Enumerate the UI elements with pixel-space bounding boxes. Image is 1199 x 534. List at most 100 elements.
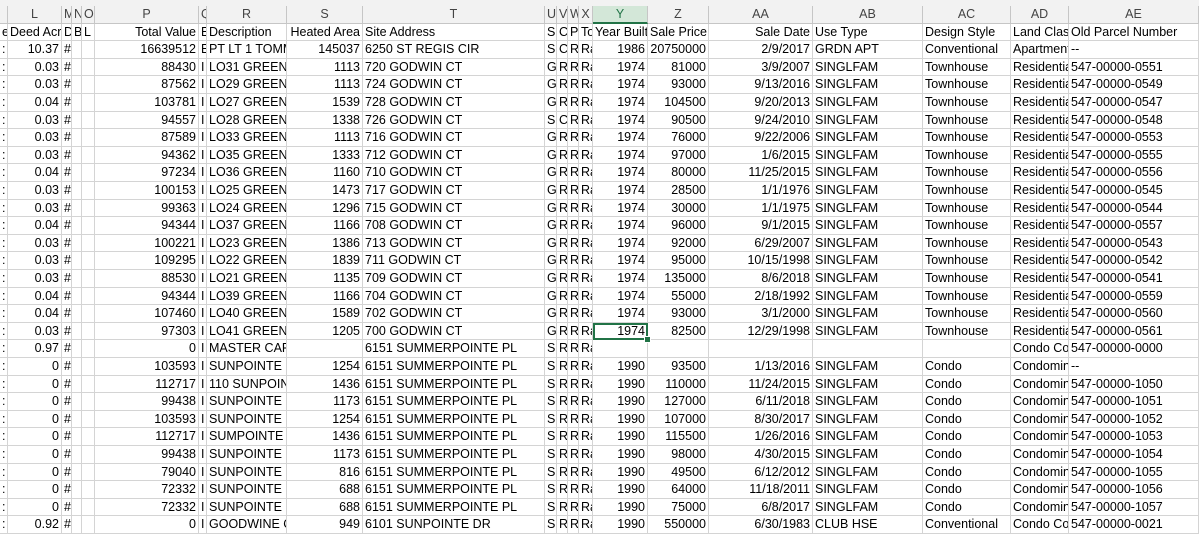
header-cell[interactable]: e: [0, 23, 8, 42]
table-cell[interactable]: [72, 129, 82, 147]
table-cell[interactable]: 55000: [648, 287, 709, 306]
table-cell[interactable]: [82, 129, 95, 147]
table-cell[interactable]: Residentia: [1011, 94, 1069, 112]
header-cell[interactable]: Total Value: [95, 23, 199, 42]
table-cell[interactable]: 0.03: [8, 129, 62, 147]
table-cell[interactable]: S: [545, 410, 557, 429]
table-cell[interactable]: 547-00000-1056: [1069, 481, 1199, 499]
table-cell[interactable]: R: [568, 340, 579, 358]
table-cell[interactable]: SUNPOINTE C(: [207, 481, 287, 499]
table-cell[interactable]: #: [62, 393, 72, 411]
table-cell[interactable]: G: [545, 305, 557, 323]
table-cell[interactable]: SINGLFAM: [813, 252, 923, 270]
table-cell[interactable]: R: [568, 393, 579, 411]
table-cell[interactable]: R: [568, 41, 579, 59]
table-cell[interactable]: R: [568, 76, 579, 94]
table-cell[interactable]: #: [62, 358, 72, 376]
table-cell[interactable]: 1974: [593, 270, 648, 288]
table-cell[interactable]: 6151 SUMMERPOINTE PL: [363, 446, 545, 464]
table-cell[interactable]: 0: [8, 463, 62, 482]
table-cell[interactable]: #: [62, 428, 72, 446]
table-cell[interactable]: I: [199, 393, 207, 411]
table-cell[interactable]: 700 GODWIN CT: [363, 322, 545, 341]
table-cell[interactable]: 97234: [95, 164, 199, 182]
table-cell[interactable]: [72, 498, 82, 517]
table-cell[interactable]: Ra: [579, 410, 593, 429]
table-cell[interactable]: [72, 252, 82, 270]
table-cell[interactable]: :: [0, 41, 8, 59]
table-cell[interactable]: 547-00000-0556: [1069, 164, 1199, 182]
table-cell[interactable]: Ra: [579, 481, 593, 499]
table-cell[interactable]: Residentia: [1011, 76, 1069, 94]
table-cell[interactable]: LO31 GREENBI: [207, 58, 287, 77]
table-cell[interactable]: [72, 76, 82, 94]
table-cell[interactable]: 1386: [287, 234, 363, 253]
table-cell[interactable]: Condo: [923, 428, 1011, 446]
table-cell[interactable]: #: [62, 41, 72, 59]
table-cell[interactable]: Ra: [579, 375, 593, 394]
table-cell[interactable]: R: [557, 393, 568, 411]
table-cell[interactable]: G: [545, 270, 557, 288]
table-cell[interactable]: SINGLFAM: [813, 428, 923, 446]
table-cell[interactable]: 1135: [287, 270, 363, 288]
table-cell[interactable]: S: [545, 41, 557, 59]
table-cell[interactable]: Condo: [923, 358, 1011, 376]
table-cell[interactable]: 1/6/2015: [709, 146, 813, 165]
table-cell[interactable]: 708 GODWIN CT: [363, 217, 545, 235]
column-header-V[interactable]: V: [557, 6, 568, 24]
table-cell[interactable]: Residentia: [1011, 199, 1069, 218]
table-cell[interactable]: :: [0, 446, 8, 464]
table-cell[interactable]: SINGLFAM: [813, 498, 923, 517]
table-cell[interactable]: R: [568, 463, 579, 482]
table-cell[interactable]: :: [0, 164, 8, 182]
table-cell[interactable]: 96000: [648, 217, 709, 235]
table-cell[interactable]: SINGLFAM: [813, 358, 923, 376]
table-cell[interactable]: #: [62, 182, 72, 200]
table-cell[interactable]: 110 SUNPOINT: [207, 375, 287, 394]
table-cell[interactable]: I: [199, 287, 207, 306]
table-cell[interactable]: 0: [8, 410, 62, 429]
table-cell[interactable]: 81000: [648, 58, 709, 77]
table-cell[interactable]: R: [568, 446, 579, 464]
table-cell[interactable]: SINGLFAM: [813, 129, 923, 147]
table-cell[interactable]: 98000: [648, 446, 709, 464]
table-cell[interactable]: Condomin: [1011, 375, 1069, 394]
table-cell[interactable]: 0.03: [8, 58, 62, 77]
table-cell[interactable]: Condomin: [1011, 481, 1069, 499]
table-cell[interactable]: C: [557, 111, 568, 130]
table-cell[interactable]: 0.03: [8, 146, 62, 165]
table-cell[interactable]: 94344: [95, 217, 199, 235]
table-cell[interactable]: 1974: [593, 217, 648, 235]
table-cell[interactable]: #: [62, 94, 72, 112]
table-cell[interactable]: 6151 SUMMERPOINTE PL: [363, 375, 545, 394]
table-cell[interactable]: 1839: [287, 252, 363, 270]
table-cell[interactable]: Condo Cor: [1011, 516, 1069, 534]
table-cell[interactable]: 1/1/1975: [709, 199, 813, 218]
table-cell[interactable]: 4/30/2015: [709, 446, 813, 464]
header-cell[interactable]: To: [579, 23, 593, 42]
table-cell[interactable]: 1990: [593, 498, 648, 517]
table-cell[interactable]: SINGLFAM: [813, 481, 923, 499]
table-cell[interactable]: LO21 GREENBI: [207, 270, 287, 288]
table-cell[interactable]: R: [557, 182, 568, 200]
header-cell[interactable]: Sale Date: [709, 23, 813, 42]
table-cell[interactable]: R: [557, 322, 568, 341]
table-cell[interactable]: Conventional: [923, 41, 1011, 59]
table-cell[interactable]: Residentia: [1011, 111, 1069, 130]
table-cell[interactable]: GOODWINE C/: [207, 516, 287, 534]
header-cell[interactable]: L: [82, 23, 95, 42]
table-cell[interactable]: 97000: [648, 146, 709, 165]
table-cell[interactable]: [813, 340, 923, 358]
table-cell[interactable]: [72, 234, 82, 253]
table-cell[interactable]: #: [62, 252, 72, 270]
table-cell[interactable]: 103593: [95, 410, 199, 429]
table-cell[interactable]: R: [557, 164, 568, 182]
header-cell[interactable]: Description: [207, 23, 287, 42]
table-cell[interactable]: SUNPOINTE C(: [207, 463, 287, 482]
table-cell[interactable]: SINGLFAM: [813, 199, 923, 218]
table-cell[interactable]: [72, 428, 82, 446]
table-cell[interactable]: 716 GODWIN CT: [363, 129, 545, 147]
table-cell[interactable]: LO36 GREENBI: [207, 164, 287, 182]
table-cell[interactable]: 0: [8, 481, 62, 499]
table-cell[interactable]: [82, 446, 95, 464]
